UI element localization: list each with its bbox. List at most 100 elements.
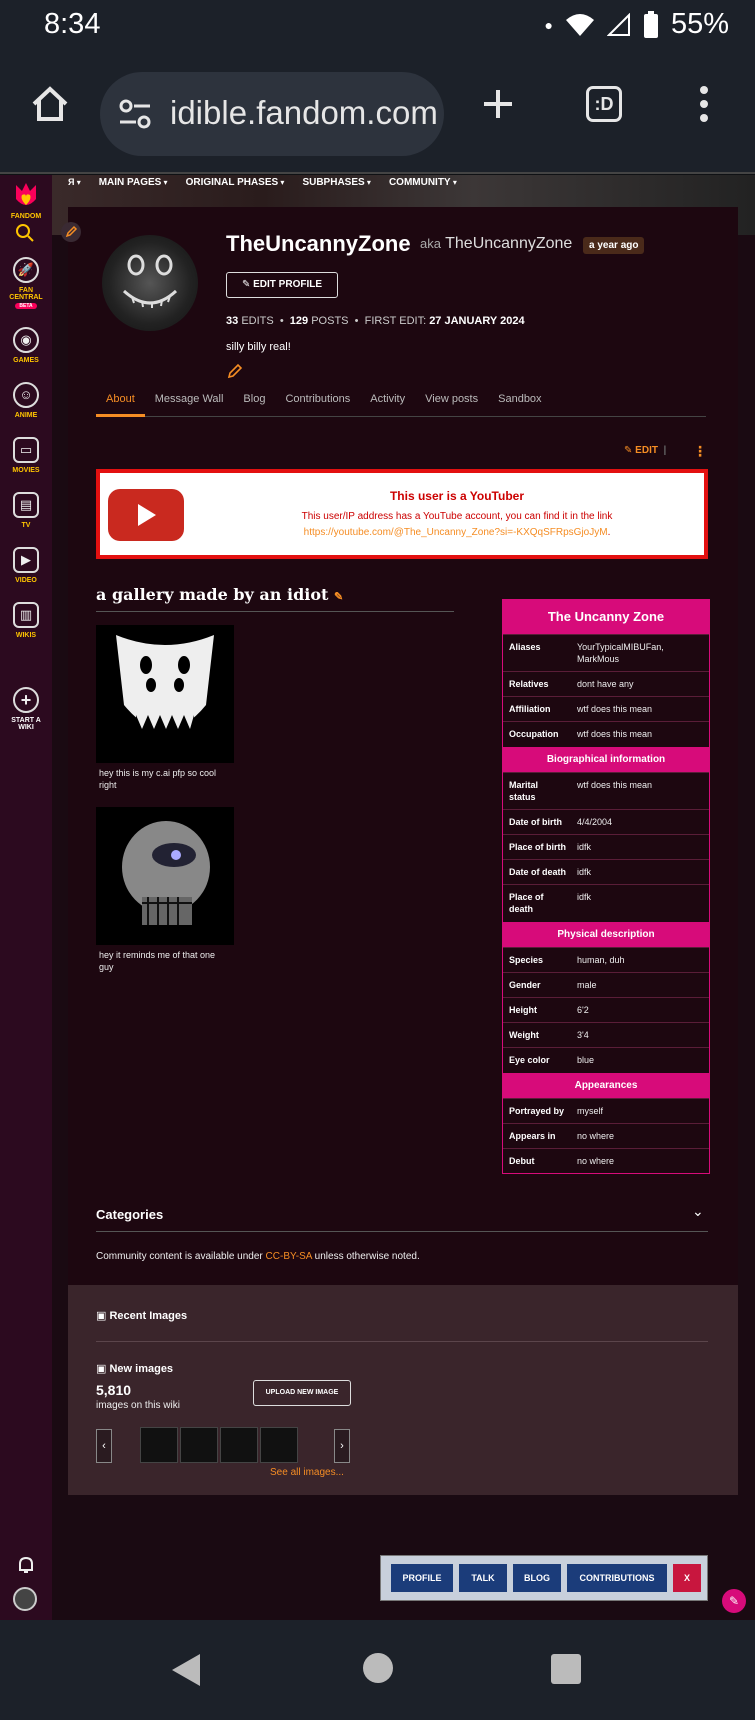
carousel-next-button[interactable]: ›: [334, 1429, 350, 1463]
infobox-row: Date of birth 4/4/2004: [503, 809, 709, 834]
wrench-tools-icon[interactable]: ✎: [722, 1589, 746, 1613]
infobox-value: male: [577, 980, 597, 990]
fandom-logo[interactable]: FANDOM: [0, 181, 52, 220]
user-avatar[interactable]: [13, 1587, 37, 1611]
chevron-down-icon[interactable]: ⌄: [692, 1203, 704, 1220]
edit-page-button[interactable]: ✎ EDIT |: [624, 445, 666, 456]
home-icon[interactable]: [30, 84, 70, 124]
infobox-label: Affiliation: [509, 704, 551, 714]
infobox-value: dont have any: [577, 679, 634, 689]
gallery-heading: a gallery made by an idiot ✎: [96, 585, 344, 604]
url-text[interactable]: idible.fandom.com: [170, 94, 440, 132]
more-options-icon[interactable]: ⋮: [693, 443, 707, 460]
infobox-label: Appears in: [509, 1131, 556, 1141]
infobox-value: 4/4/2004: [577, 817, 613, 827]
toolbar-profile-button[interactable]: PROFILE: [391, 1564, 453, 1592]
search-icon[interactable]: [15, 223, 35, 243]
tab-blog[interactable]: Blog: [233, 387, 275, 417]
infobox-label: Debut: [509, 1156, 535, 1166]
wiki-navigation: Я MAIN PAGES ORIGINAL PHASES SUBPHASES C…: [68, 177, 457, 199]
infobox-row: Relatives dont have any: [503, 671, 709, 696]
user-quick-toolbar: PROFILE TALK BLOG CONTRIBUTIONS X: [380, 1555, 708, 1601]
edit-profile-button[interactable]: ✎ EDIT PROFILE: [226, 272, 338, 298]
infobox-value: wtf does this mean: [577, 780, 653, 790]
see-all-images-link[interactable]: See all images...: [270, 1467, 344, 1478]
fandom-global-nav: FANDOM 🚀 FAN CENTRAL BETA ◉ GAMES ☺ ANIME …: [0, 175, 52, 1620]
image-thumbnail[interactable]: [260, 1427, 298, 1463]
wifi-icon: [565, 13, 594, 36]
divider: [96, 611, 454, 612]
rail-item-anime[interactable]: ☺ ANIME: [0, 382, 52, 419]
edit-section-icon[interactable]: ✎: [334, 590, 343, 603]
tab-message-wall[interactable]: Message Wall: [145, 387, 234, 417]
nav-community[interactable]: COMMUNITY: [389, 177, 457, 199]
tab-switcher-button[interactable]: :D: [586, 86, 622, 122]
rail-item-movies[interactable]: ▭ MOVIES: [0, 437, 52, 474]
carousel-prev-button[interactable]: ‹: [96, 1429, 112, 1463]
rail-item-games[interactable]: ◉ GAMES: [0, 327, 52, 364]
fandom-heart-icon: [16, 183, 36, 205]
back-icon[interactable]: [168, 1652, 204, 1688]
image-thumbnail[interactable]: [140, 1427, 178, 1463]
anime-face-icon: ☺: [13, 382, 39, 408]
site-settings-icon[interactable]: [118, 98, 152, 130]
profile-avatar: [102, 235, 198, 331]
infobox-row: Species human, duh: [503, 947, 709, 972]
tab-activity[interactable]: Activity: [360, 387, 415, 417]
toolbar-close-button[interactable]: X: [673, 1564, 701, 1592]
tab-about[interactable]: About: [96, 387, 145, 417]
overflow-menu-icon[interactable]: [696, 84, 712, 124]
infobox-value: blue: [577, 1055, 595, 1065]
main-content: TheUncannyZone aka TheUncannyZone a year…: [61, 207, 738, 1459]
notifications-bell-icon[interactable]: [16, 1555, 36, 1575]
upload-new-image-button[interactable]: UPLOAD NEW IMAGE: [253, 1380, 351, 1406]
edit-bio-pencil-icon[interactable]: [226, 362, 244, 380]
toolbar-talk-button[interactable]: TALK: [459, 1564, 507, 1592]
recents-square-icon[interactable]: [550, 1653, 582, 1685]
home-circle-icon[interactable]: [362, 1652, 394, 1684]
edit-pencil-icon[interactable]: [60, 221, 82, 243]
toolbar-contributions-button[interactable]: CONTRIBUTIONS: [567, 1564, 667, 1592]
new-tab-icon[interactable]: [480, 86, 516, 122]
infobox-row: Date of death idfk: [503, 859, 709, 884]
nav-original-phases[interactable]: ORIGINAL PHASES: [186, 177, 285, 199]
image-thumbnail[interactable]: [180, 1427, 218, 1463]
toolbar-blog-button[interactable]: BLOG: [513, 1564, 561, 1592]
youtuber-notice-title: This user is a YouTuber: [389, 489, 525, 503]
gallery-image[interactable]: [96, 807, 234, 945]
infobox-value: idfk: [577, 842, 592, 852]
gamepad-icon: ◉: [13, 327, 39, 353]
tab-view-posts[interactable]: View posts: [415, 387, 488, 417]
rail-item-start-a-wiki[interactable]: + START A WIKI: [0, 687, 52, 731]
skull-face-image: [96, 807, 234, 945]
wiki-logo-menu[interactable]: Я: [68, 177, 81, 199]
infobox-label: Occupation: [509, 729, 559, 739]
image-thumbnail[interactable]: [220, 1427, 258, 1463]
new-images-title: ▣ New images: [96, 1363, 174, 1375]
address-bar[interactable]: idible.fandom.com: [100, 72, 444, 156]
cc-by-sa-link[interactable]: CC-BY-SA: [266, 1251, 312, 1262]
gallery-image[interactable]: [96, 625, 234, 763]
infobox-label: Date of birth: [509, 817, 562, 827]
nav-main-pages[interactable]: MAIN PAGES: [99, 177, 168, 199]
fandom-brand-label: FANDOM: [10, 213, 42, 220]
tab-sandbox[interactable]: Sandbox: [488, 387, 551, 417]
signal-icon: [606, 12, 630, 36]
rail-item-video[interactable]: ▶ VIDEO: [0, 547, 52, 584]
nav-subphases[interactable]: SUBPHASES: [302, 177, 371, 199]
images-count-label: images on this wiki: [96, 1400, 180, 1411]
infobox-label: Relatives: [509, 679, 549, 689]
rail-item-wikis[interactable]: ▥ WIKIS: [0, 602, 52, 639]
youtuber-notice-text: This user/IP address has a YouTube accou…: [301, 511, 613, 522]
plus-circle-icon: +: [13, 687, 39, 713]
infobox: The Uncanny Zone Aliases YourTypicalMIBUF…: [502, 599, 710, 1174]
rail-item-fan-central[interactable]: 🚀 FAN CENTRAL BETA: [0, 257, 52, 309]
infobox-value: no where: [577, 1131, 615, 1141]
categories-heading[interactable]: Categories: [96, 1207, 163, 1222]
youtube-channel-link[interactable]: https://youtube.com/@The_Uncanny_Zone?si…: [100, 527, 704, 538]
monster-face-image: [96, 625, 234, 763]
rail-item-tv[interactable]: ▤ TV: [0, 492, 52, 529]
images-count: 5,810: [96, 1382, 132, 1398]
tab-contributions[interactable]: Contributions: [275, 387, 360, 417]
infobox-label: Place of birth: [509, 842, 567, 852]
